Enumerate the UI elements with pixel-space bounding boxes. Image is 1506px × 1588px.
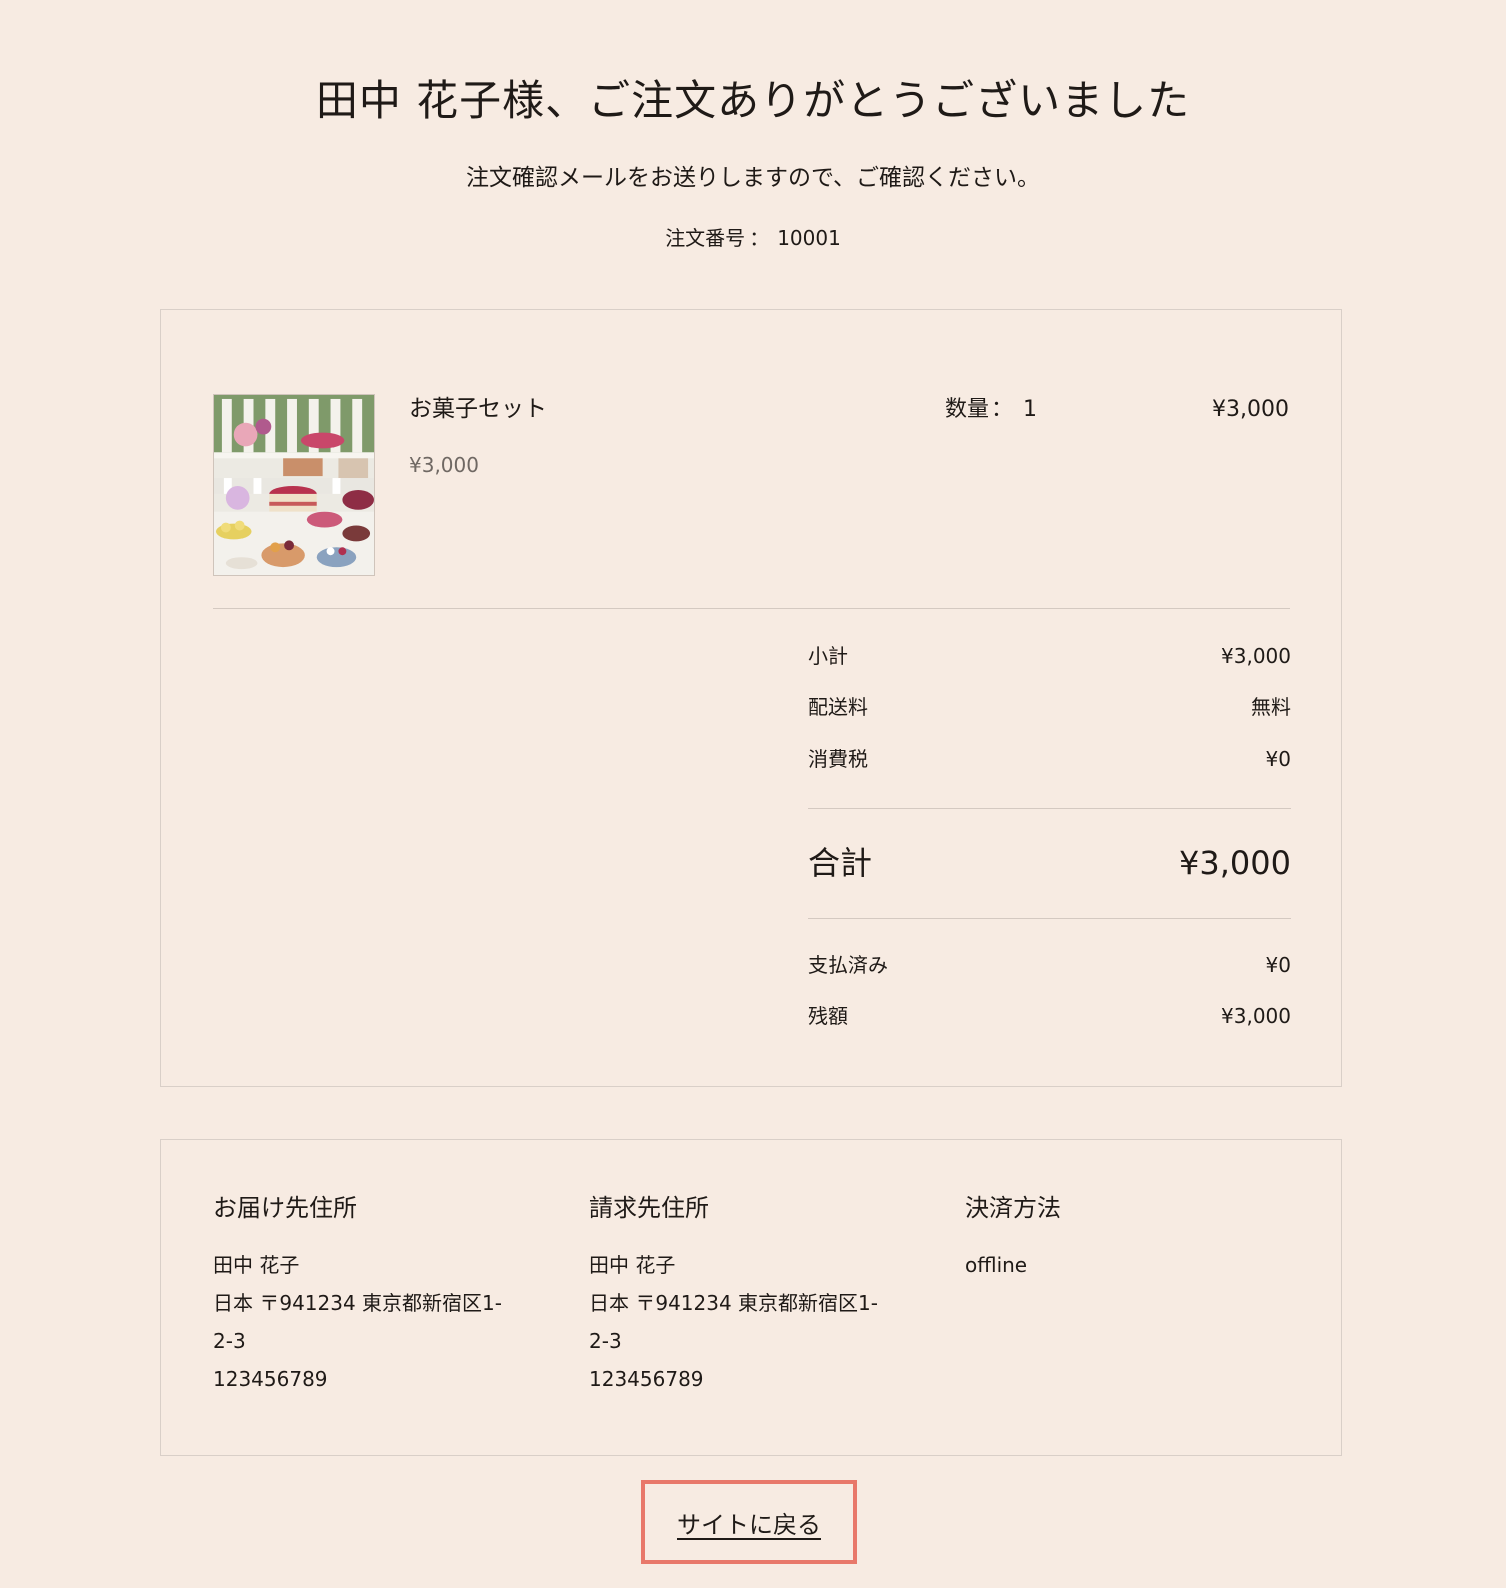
order-number: 注文番号： 10001 [0, 222, 1506, 254]
product-unit-price: ¥3,000 [409, 453, 479, 477]
shipping-fee-label: 配送料 [808, 695, 868, 719]
tax-label: 消費税 [808, 747, 868, 771]
shipping-address-heading: お届け先住所 [213, 1194, 357, 1222]
billing-name: 田中 花子 [589, 1253, 676, 1277]
billing-address-line1: 日本 〒941234 東京都新宿区1- [589, 1291, 879, 1315]
balance-value: ¥3,000 [1221, 1004, 1291, 1028]
shipping-address-line1: 日本 〒941234 東京都新宿区1- [213, 1291, 503, 1315]
tax-value: ¥0 [1265, 747, 1291, 771]
subtotal-row: 小計 ¥3,000 [808, 640, 1291, 672]
quantity-label: 数量 [945, 397, 990, 422]
payment-method-value: offline [965, 1253, 1028, 1277]
order-number-label: 注文番号 [665, 226, 746, 250]
payment-method-heading: 決済方法 [965, 1194, 1061, 1222]
order-number-value: 10001 [777, 226, 841, 250]
item-divider [213, 608, 1290, 609]
order-summary-box: お菓子セット ¥3,000 数量： 1 ¥3,000 小計 ¥3,000 配送料 … [160, 309, 1342, 1087]
subtotal-value: ¥3,000 [1221, 644, 1291, 668]
dessert-table-photo-icon [214, 395, 374, 575]
summary-divider [808, 808, 1291, 809]
product-image [213, 394, 375, 576]
order-number-separator: ： [749, 226, 770, 250]
paid-label: 支払済み [808, 953, 888, 977]
confirmation-email-message: 注文確認メールをお送りしますので、ご確認ください。 [465, 165, 1041, 191]
subtotal-label: 小計 [808, 644, 848, 668]
order-confirmation-page: 田中 花子様、ご注文ありがとうございました 注文確認メールをお送りしますので、ご… [0, 0, 1506, 1588]
shipping-fee-value: 無料 [1251, 695, 1291, 719]
quantity-separator: ： [991, 397, 1014, 422]
shipping-phone: 123456789 [213, 1367, 328, 1391]
total-label: 合計 [808, 844, 873, 882]
balance-label: 残額 [808, 1004, 848, 1028]
quantity-value: 1 [1023, 397, 1038, 422]
product-quantity: 数量： 1 [945, 394, 1037, 426]
billing-phone: 123456789 [589, 1367, 704, 1391]
thank-you-title: 田中 花子様、ご注文ありがとうございました [315, 76, 1191, 125]
total-value: ¥3,000 [1179, 844, 1291, 882]
shipping-fee-row: 配送料 無料 [808, 691, 1291, 723]
balance-row: 残額 ¥3,000 [808, 1000, 1291, 1032]
payment-method: 決済方法 offline [965, 1190, 1305, 1284]
shipping-address-line2: 2-3 [213, 1329, 246, 1353]
paid-row: 支払済み ¥0 [808, 949, 1291, 981]
shipping-name: 田中 花子 [213, 1253, 300, 1277]
back-to-site-button[interactable]: サイトに戻る [641, 1480, 857, 1564]
paid-value: ¥0 [1265, 953, 1291, 977]
total-divider [808, 918, 1291, 919]
back-to-site-link[interactable]: サイトに戻る [677, 1505, 821, 1540]
billing-address-line2: 2-3 [589, 1329, 622, 1353]
product-line-total: ¥3,000 [1212, 397, 1289, 422]
billing-address-heading: 請求先住所 [589, 1194, 709, 1222]
address-payment-box: お届け先住所 田中 花子 日本 〒941234 東京都新宿区1- 2-3 123… [160, 1139, 1342, 1456]
tax-row: 消費税 ¥0 [808, 743, 1291, 775]
product-name: お菓子セット [409, 396, 547, 422]
total-row: 合計 ¥3,000 [808, 840, 1291, 886]
billing-address: 請求先住所 田中 花子 日本 〒941234 東京都新宿区1- 2-3 1234… [589, 1190, 929, 1398]
shipping-address: お届け先住所 田中 花子 日本 〒941234 東京都新宿区1- 2-3 123… [213, 1190, 553, 1398]
